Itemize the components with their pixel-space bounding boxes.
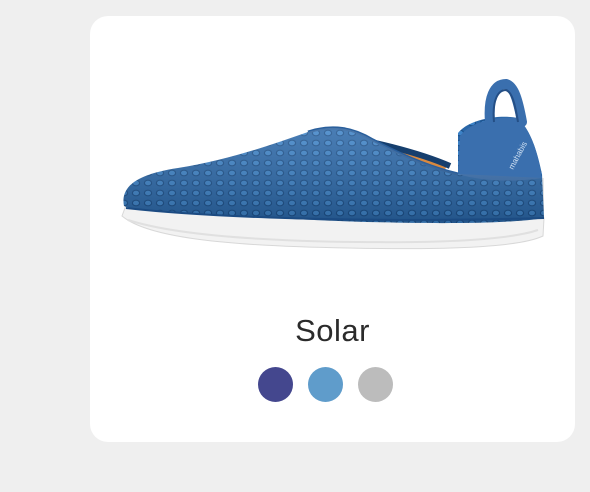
product-name: Solar: [295, 313, 370, 348]
color-swatches: [258, 367, 393, 402]
product-card[interactable]: mahabis Solar: [90, 16, 575, 442]
swatch-light-blue[interactable]: [308, 367, 343, 402]
swatch-navy[interactable]: [258, 367, 293, 402]
product-image[interactable]: mahabis: [118, 78, 548, 258]
swatch-grey[interactable]: [358, 367, 393, 402]
